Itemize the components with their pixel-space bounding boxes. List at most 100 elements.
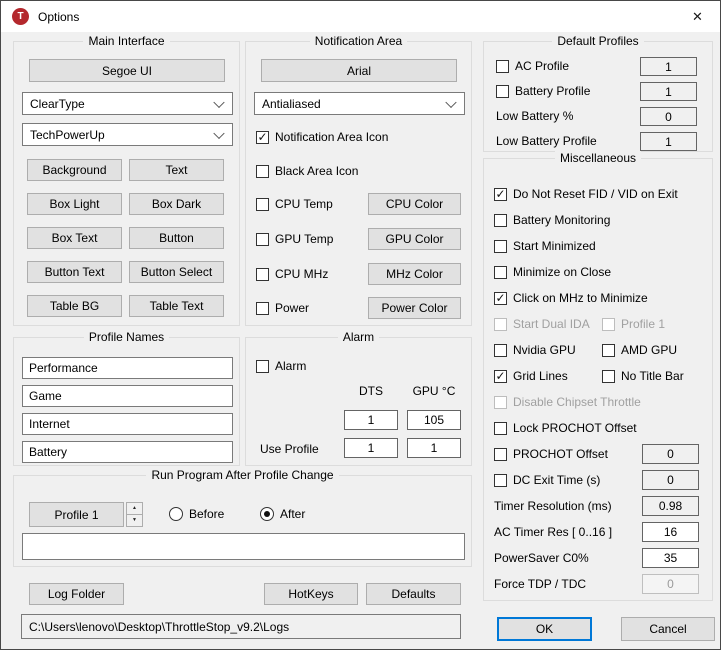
use-profile-dts-value[interactable]: 1: [344, 438, 398, 458]
checkbox-click-mhz-minimize[interactable]: Click on MHz to Minimize: [494, 290, 648, 306]
profile-name-4-input[interactable]: [22, 441, 233, 463]
checkbox-battery-monitoring[interactable]: Battery Monitoring: [494, 212, 610, 228]
checkbox-minimize-on-close[interactable]: Minimize on Close: [494, 264, 611, 280]
font-smoothing-select[interactable]: ClearType: [22, 92, 233, 115]
chevron-down-icon: [213, 127, 224, 138]
checkbox-amd-gpu[interactable]: AMD GPU: [602, 342, 677, 358]
checkbox-box[interactable]: [496, 60, 509, 73]
btn-box-text[interactable]: Box Text: [27, 227, 122, 249]
checkbox-box[interactable]: [256, 233, 269, 246]
cancel-button[interactable]: Cancel: [621, 617, 715, 641]
checkbox-no-title-bar[interactable]: No Title Bar: [602, 368, 684, 384]
checkbox-prochot-offset[interactable]: PROCHOT Offset: [494, 446, 608, 462]
btn-button-text[interactable]: Button Text: [27, 261, 122, 283]
radio-circle[interactable]: [169, 507, 183, 521]
radio-circle[interactable]: [260, 507, 274, 521]
spinner-down-icon[interactable]: ▼: [126, 515, 143, 527]
profile-name-1-input[interactable]: [22, 357, 233, 379]
powersaver-c0-value[interactable]: 35: [642, 548, 699, 568]
alarm-gpu-value[interactable]: 105: [407, 410, 461, 430]
btn-table-text[interactable]: Table Text: [129, 295, 224, 317]
alarm-dts-value[interactable]: 1: [344, 410, 398, 430]
checkbox-box[interactable]: [256, 165, 269, 178]
checkbox-box[interactable]: [494, 344, 507, 357]
checkbox-box[interactable]: [494, 474, 507, 487]
close-icon[interactable]: ✕: [675, 1, 720, 32]
btn-box-light[interactable]: Box Light: [27, 193, 122, 215]
btn-box-dark[interactable]: Box Dark: [129, 193, 224, 215]
use-profile-gpu-value[interactable]: 1: [407, 438, 461, 458]
checkbox-box[interactable]: [256, 268, 269, 281]
checkbox-ac-profile[interactable]: AC Profile: [496, 58, 569, 74]
antialiasing-select[interactable]: Antialiased: [254, 92, 465, 115]
prochot-offset-value[interactable]: 0: [642, 444, 699, 464]
btn-table-bg[interactable]: Table BG: [27, 295, 122, 317]
checkbox-box[interactable]: [256, 131, 269, 144]
checkbox-box[interactable]: [256, 302, 269, 315]
run-command-input[interactable]: [22, 533, 465, 560]
spinner-up-icon[interactable]: ▲: [126, 502, 143, 515]
notification-font-button[interactable]: Arial: [261, 59, 457, 82]
gpu-color-button[interactable]: GPU Color: [368, 228, 461, 250]
checkbox-box[interactable]: [494, 266, 507, 279]
mhz-color-button[interactable]: MHz Color: [368, 263, 461, 285]
ac-timer-res-value[interactable]: 16: [642, 522, 699, 542]
checkbox-power[interactable]: Power: [256, 300, 309, 316]
dts-header: DTS: [344, 384, 398, 398]
checkbox-lock-prochot-offset[interactable]: Lock PROCHOT Offset: [494, 420, 637, 436]
checkbox-box[interactable]: [602, 370, 615, 383]
checkbox-gpu-temp[interactable]: GPU Temp: [256, 231, 333, 247]
defaults-button[interactable]: Defaults: [366, 583, 461, 605]
low-battery-pct-value[interactable]: 0: [640, 107, 697, 126]
checkbox-nvidia-gpu[interactable]: Nvidia GPU: [494, 342, 576, 358]
checkbox-box[interactable]: [256, 198, 269, 211]
checkbox-box[interactable]: [494, 370, 507, 383]
checkbox-battery-profile[interactable]: Battery Profile: [496, 83, 590, 99]
ac-profile-value[interactable]: 1: [640, 57, 697, 76]
log-folder-button[interactable]: Log Folder: [29, 583, 124, 605]
checkbox-box[interactable]: [494, 448, 507, 461]
use-profile-label: Use Profile: [260, 442, 319, 456]
checkbox-cpu-temp[interactable]: CPU Temp: [256, 196, 333, 212]
cpu-color-button[interactable]: CPU Color: [368, 193, 461, 215]
low-battery-profile-value[interactable]: 1: [640, 132, 697, 151]
radio-after[interactable]: After: [260, 506, 305, 522]
checkbox-box[interactable]: [494, 292, 507, 305]
checkbox-box[interactable]: [602, 344, 615, 357]
btn-background[interactable]: Background: [27, 159, 122, 181]
checkbox-black-area-icon[interactable]: Black Area Icon: [256, 163, 358, 179]
checkbox-box[interactable]: [496, 85, 509, 98]
btn-text[interactable]: Text: [129, 159, 224, 181]
checkbox-dc-exit-time[interactable]: DC Exit Time (s): [494, 472, 600, 488]
power-color-button[interactable]: Power Color: [368, 297, 461, 319]
checkbox-do-not-reset-fid-vid[interactable]: Do Not Reset FID / VID on Exit: [494, 186, 678, 202]
radio-before[interactable]: Before: [169, 506, 224, 522]
checkbox-alarm[interactable]: Alarm: [256, 358, 306, 374]
battery-profile-value[interactable]: 1: [640, 82, 697, 101]
btn-button[interactable]: Button: [129, 227, 224, 249]
checkbox-box[interactable]: [494, 188, 507, 201]
checkbox-grid-lines[interactable]: Grid Lines: [494, 368, 568, 384]
theme-select[interactable]: TechPowerUp: [22, 123, 233, 146]
profile-name-2-input[interactable]: [22, 385, 233, 407]
checkbox-box: [494, 318, 507, 331]
profile-spinner[interactable]: ▲ ▼: [126, 502, 143, 527]
checkbox-box[interactable]: [494, 214, 507, 227]
hotkeys-button[interactable]: HotKeys: [264, 583, 358, 605]
checkbox-notification-area-icon[interactable]: Notification Area Icon: [256, 129, 388, 145]
profile-name-3-input[interactable]: [22, 413, 233, 435]
ok-button[interactable]: OK: [497, 617, 592, 641]
app-icon: T: [12, 8, 29, 25]
checkbox-start-minimized[interactable]: Start Minimized: [494, 238, 596, 254]
checkbox-box[interactable]: [494, 240, 507, 253]
chevron-down-icon: [213, 96, 224, 107]
checkbox-box[interactable]: [494, 422, 507, 435]
checkbox-box[interactable]: [256, 360, 269, 373]
run-profile-button[interactable]: Profile 1: [29, 502, 124, 527]
btn-button-select[interactable]: Button Select: [129, 261, 224, 283]
checkbox-cpu-mhz[interactable]: CPU MHz: [256, 266, 328, 282]
dc-exit-time-value[interactable]: 0: [642, 470, 699, 490]
gpu-temp-header: GPU °C: [407, 384, 461, 398]
log-path-field: C:\Users\lenovo\Desktop\ThrottleStop_v9.…: [21, 614, 461, 639]
main-font-button[interactable]: Segoe UI: [29, 59, 225, 82]
